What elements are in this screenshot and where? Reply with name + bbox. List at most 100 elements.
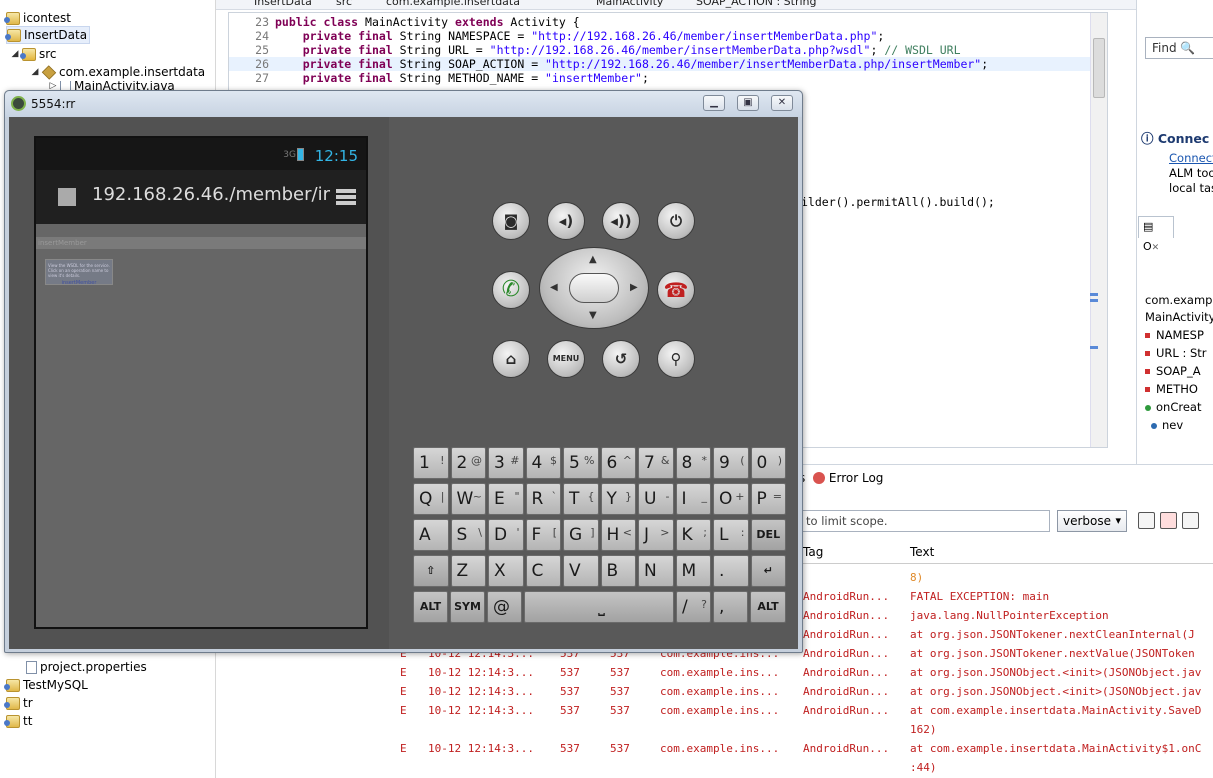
camera-icon[interactable]: ◙ [492, 202, 530, 240]
outline-item[interactable]: METHO [1145, 381, 1198, 398]
device-screen[interactable]: 3G 12:15 192.168.26.46./member/ir insert… [34, 136, 368, 629]
key-k[interactable]: K; [675, 519, 711, 551]
volume-up-icon[interactable]: ◂)) [602, 202, 640, 240]
key-g[interactable]: G] [563, 519, 599, 551]
key-r[interactable]: R ` [525, 483, 561, 515]
tree-item-project-properties[interactable]: project.properties [26, 658, 147, 676]
key-y[interactable]: Y} [600, 483, 636, 515]
close-button[interactable]: ✕ [771, 95, 793, 111]
key-m[interactable]: M [675, 555, 711, 587]
key-u[interactable]: U- [638, 483, 674, 515]
dpad-right-icon[interactable]: ▶ [630, 282, 638, 293]
key-x[interactable]: X [488, 555, 524, 587]
key-7[interactable]: 7 & [638, 447, 674, 479]
scrollbar-thumb[interactable] [1093, 38, 1105, 98]
outline-item[interactable]: URL : Str [1145, 345, 1207, 362]
minimize-button[interactable]: ▁ [703, 95, 725, 111]
end-call-icon[interactable]: ☎ [657, 271, 695, 309]
outline-item[interactable]: SOAP_A [1145, 363, 1201, 380]
breadcrumb-item[interactable]: InsertData [254, 0, 312, 8]
save-icon[interactable] [1138, 512, 1155, 529]
call-icon[interactable]: ✆ [492, 271, 530, 309]
clear-log-icon[interactable] [1160, 512, 1177, 529]
dpad-left-icon[interactable]: ◀ [550, 282, 558, 293]
outline-item[interactable]: nev [1151, 417, 1183, 434]
expand-icon[interactable]: ◢ [10, 45, 20, 63]
key-a[interactable]: A [413, 519, 449, 551]
log-level-select[interactable]: verbose [1057, 510, 1127, 532]
key-i[interactable]: I _ [675, 483, 711, 515]
key-alt[interactable]: ALT [413, 591, 448, 623]
connect-link[interactable]: Connect [1169, 151, 1213, 165]
log-cell-text[interactable]: at org.json.JSONTokener.nextCleanInterna… [910, 625, 1195, 644]
key-space[interactable]: ⎵ [524, 591, 674, 623]
tab-error-log[interactable]: s Error Log [799, 471, 883, 485]
key-e[interactable]: E " [488, 483, 524, 515]
key-f[interactable]: F[ [525, 519, 561, 551]
code-line[interactable]: 25 private final String URL = "http://19… [229, 43, 1091, 57]
logcat-filter-input[interactable]: to limit scope. [800, 510, 1050, 532]
log-cell-text[interactable]: 8) [910, 568, 923, 587]
tree-item-src[interactable]: ◢ src [10, 45, 57, 63]
overview-marker[interactable] [1090, 346, 1098, 349]
key-z[interactable]: Z [450, 555, 486, 587]
tree-item-insertdata[interactable]: InsertData [5, 26, 91, 44]
volume-down-icon[interactable]: ◂) [547, 202, 585, 240]
find-input[interactable]: Find 🔍 [1145, 37, 1213, 59]
key-0[interactable]: 0) [750, 447, 786, 479]
home-icon[interactable]: ⌂ [492, 340, 530, 378]
key-w[interactable]: W ~ [450, 483, 486, 515]
log-cell-text[interactable]: at com.example.insertdata.MainActivity$1… [910, 739, 1201, 758]
log-cell-text[interactable]: at org.json.JSONObject.<init>(JSONObject… [910, 663, 1201, 682]
key-comma[interactable]: , [713, 591, 748, 623]
key-t[interactable]: T{ [563, 483, 599, 515]
outline-item[interactable]: onCreat [1145, 399, 1201, 416]
breadcrumb-item[interactable]: MainActivity [596, 0, 663, 8]
log-cell-text[interactable]: :44) [910, 758, 937, 777]
key-c[interactable]: C [525, 555, 561, 587]
key-o[interactable]: O + [713, 483, 749, 515]
log-cell-text[interactable]: at org.json.JSONTokener.nextValue(JSONTo… [910, 644, 1195, 663]
log-cell-text[interactable]: at org.json.JSONObject.<init>(JSONObject… [910, 682, 1201, 701]
web-operation-link[interactable]: insertMember [46, 280, 112, 286]
tree-item-tr[interactable]: tr [4, 694, 33, 712]
scroll-lock-icon[interactable] [1182, 512, 1199, 529]
key-h[interactable]: H < [600, 519, 636, 551]
code-line[interactable]: 24 private final String NAMESPACE = "htt… [229, 29, 1091, 43]
key-6[interactable]: 6 ^ [600, 447, 636, 479]
maximize-button[interactable]: ▣ [737, 95, 759, 111]
dpad-center-button[interactable] [569, 273, 619, 303]
key-sym[interactable]: SYM [450, 591, 485, 623]
outline-class[interactable]: MainActivity [1145, 309, 1213, 326]
code-line[interactable]: 23 public class MainActivity extends Acti… [229, 15, 1091, 29]
key-j[interactable]: J > [638, 519, 674, 551]
key-5[interactable]: 5% [563, 447, 599, 479]
code-line[interactable]: 27 private final String METHOD_NAME = "i… [229, 71, 1091, 85]
dpad-down-icon[interactable]: ▼ [589, 310, 597, 321]
overview-marker[interactable] [1090, 293, 1098, 296]
key-at[interactable]: @ [487, 591, 522, 623]
key-1[interactable]: 1! [413, 447, 449, 479]
key-v[interactable]: V [563, 555, 599, 587]
search-icon[interactable]: ⚲ [657, 340, 695, 378]
key-8[interactable]: 8 * [675, 447, 711, 479]
key-q[interactable]: Q | [413, 483, 449, 515]
tree-item-testmysql[interactable]: TestMySQL [4, 676, 88, 694]
dpad[interactable]: ▲ ▼ ◀ ▶ [539, 247, 649, 329]
key-n[interactable]: N [638, 555, 674, 587]
key-symbol[interactable]: DEL [750, 519, 786, 551]
tree-item-package[interactable]: ◢ com.example.insertdata [30, 63, 205, 81]
key-symbol[interactable]: . [713, 555, 749, 587]
key-b[interactable]: B [600, 555, 636, 587]
menu-icon[interactable] [336, 189, 356, 205]
key-alt2[interactable]: ALT [750, 591, 786, 623]
key-3[interactable]: 3 # [488, 447, 524, 479]
column-header-tag[interactable]: Tag [803, 545, 823, 559]
log-cell-text[interactable]: FATAL EXCEPTION: main [910, 587, 1049, 606]
browser-url[interactable]: 192.168.26.46./member/ir [92, 184, 330, 205]
key-s[interactable]: S \ [450, 519, 486, 551]
emulator-titlebar[interactable]: 5554:rr ▁ ▣ ✕ [5, 91, 802, 117]
key-4[interactable]: 4 $ [525, 447, 561, 479]
editor-scrollbar[interactable] [1090, 13, 1107, 447]
close-icon[interactable]: ✕ [1152, 243, 1160, 253]
